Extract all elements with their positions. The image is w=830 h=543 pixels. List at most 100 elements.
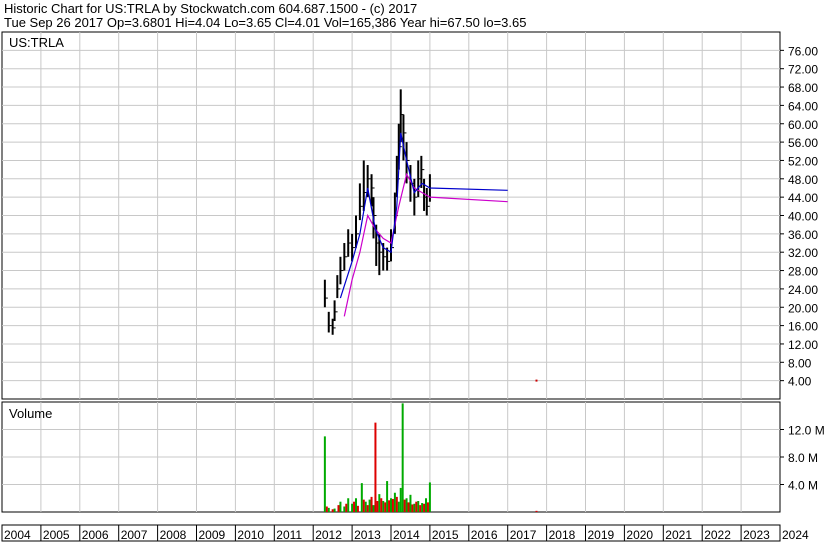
volume-down-bar [419,505,422,512]
volume-down-bar [403,499,406,512]
volume-down-bar [362,499,365,512]
volume-up-bar [428,482,431,512]
volume-up-bar [327,507,330,512]
x-axis: 2004 2005 2006 2007 2008 2009 2010 2011 2012 2013… [1,524,809,542]
x-axis-tick-label: 2011 [276,528,302,542]
volume-down-bar [380,498,383,512]
volume-panel-label: Volume [9,406,52,421]
x-axis-tick-label: 2022 [704,528,731,542]
volume-down-bar [370,496,373,512]
volume-up-bar [368,499,371,512]
volume-y-tick-label: 4.0 M [788,479,818,493]
volume-up-bar [323,436,326,512]
volume-up-bar [339,501,342,512]
volume-up-bar [382,501,385,512]
x-axis-tick-label: 2009 [199,528,226,542]
price-y-tick-label: 72.00 [788,63,818,77]
volume-down-bar [388,500,391,512]
x-axis-tick-label: 2010 [237,528,264,542]
volume-up-bar [405,498,408,512]
volume-down-bar [411,504,414,512]
volume-up-bar [401,403,404,512]
volume-up-bar [425,498,428,512]
x-axis-tick-label: 2008 [160,528,187,542]
x-axis-tick-label: 2021 [665,528,692,542]
volume-down-bar [415,501,418,512]
volume-y-tick-label: 8.0 M [788,451,818,465]
x-axis-tick-label: 2017 [510,528,537,542]
price-y-tick-label: 40.00 [788,210,818,224]
price-y-tick-label: 32.00 [788,246,818,260]
volume-down-bar [337,505,340,512]
volume-up-bar [343,506,346,512]
volume-down-bar [535,510,538,512]
volume-up-bar [399,487,402,512]
volume-down-bar [423,503,426,512]
volume-down-bar [395,496,398,512]
price-y-tick-label: 28.00 [788,265,818,279]
last-close-marker [535,379,538,382]
volume-up-bar [364,501,367,512]
price-y-tick-label: 52.00 [788,154,818,168]
price-panel: 4.00 8.00 12.00 16.00 20.00 24.00 28.00 32.00 36… [1,31,818,400]
historic-chart: 4.00 8.00 12.00 16.00 20.00 24.00 28.00 32.00 36… [1,31,825,542]
volume-up-bar [378,494,381,512]
price-y-tick-label: 44.00 [788,191,818,205]
price-y-tick-label: 76.00 [788,44,818,58]
volume-up-bar [333,508,336,512]
x-axis-tick-label: 2023 [743,528,770,542]
volume-down-bar [325,506,328,512]
volume-down-bar [353,501,356,512]
volume-up-bar [409,494,412,512]
volume-up-bar [390,498,392,512]
volume-up-bar [360,483,363,512]
price-y-tick-label: 68.00 [788,81,818,95]
price-panel-label: US:TRLA [9,35,64,50]
x-axis-tick-label: 2020 [626,528,653,542]
volume-down-bar [331,509,334,512]
price-y-tick-label: 12.00 [788,338,818,352]
volume-up-bar [354,498,357,512]
price-y-tick-label: 8.00 [788,356,812,370]
volume-down-bar [391,498,394,512]
x-axis-tick-label: 2019 [588,528,615,542]
price-y-tick-label: 24.00 [788,283,818,297]
price-y-tick-label: 64.00 [788,99,818,113]
x-axis-tick-label: 2024 [782,528,809,542]
volume-up-bar [386,481,389,512]
price-y-tick-label: 60.00 [788,118,818,132]
x-axis-tick-label: 2006 [82,528,109,542]
x-axis-tick-label: 2012 [315,528,342,542]
x-axis-tick-label: 2014 [393,528,420,542]
volume-panel: 4.0 M 8.0 M 12.0 M Volume [1,401,825,513]
volume-up-bar [372,505,375,512]
volume-up-bar [397,501,400,512]
price-y-tick-label: 56.00 [788,136,818,150]
volume-down-bar [384,502,387,512]
volume-up-bar [351,503,354,512]
x-axis-tick-label: 2016 [471,528,498,542]
volume-y-tick-label: 12.0 M [788,424,825,438]
price-y-tick-label: 16.00 [788,320,818,334]
x-axis-tick-label: 2018 [549,528,576,542]
volume-down-bar [366,505,369,512]
x-axis-tick-label: 2015 [432,528,459,542]
volume-up-bar [413,503,416,512]
price-y-tick-label: 36.00 [788,228,818,242]
price-y-tick-label: 20.00 [788,301,818,315]
volume-up-bar [421,503,424,512]
volume-down-bar [356,505,359,512]
x-axis-tick-label: 2005 [43,528,70,542]
volume-down-bar [345,503,348,512]
volume-down-bar [426,502,429,512]
volume-down-bar [376,501,379,512]
volume-down-bar [374,422,377,512]
price-y-tick-label: 48.00 [788,173,818,187]
volume-up-bar [393,492,396,512]
price-y-tick-label: 4.00 [788,375,812,389]
volume-up-bar [347,498,350,512]
x-axis-tick-label: 2004 [4,528,31,542]
x-axis-tick-label: 2007 [121,528,148,542]
x-axis-tick-label: 2013 [354,528,381,542]
volume-down-bar [407,502,410,512]
